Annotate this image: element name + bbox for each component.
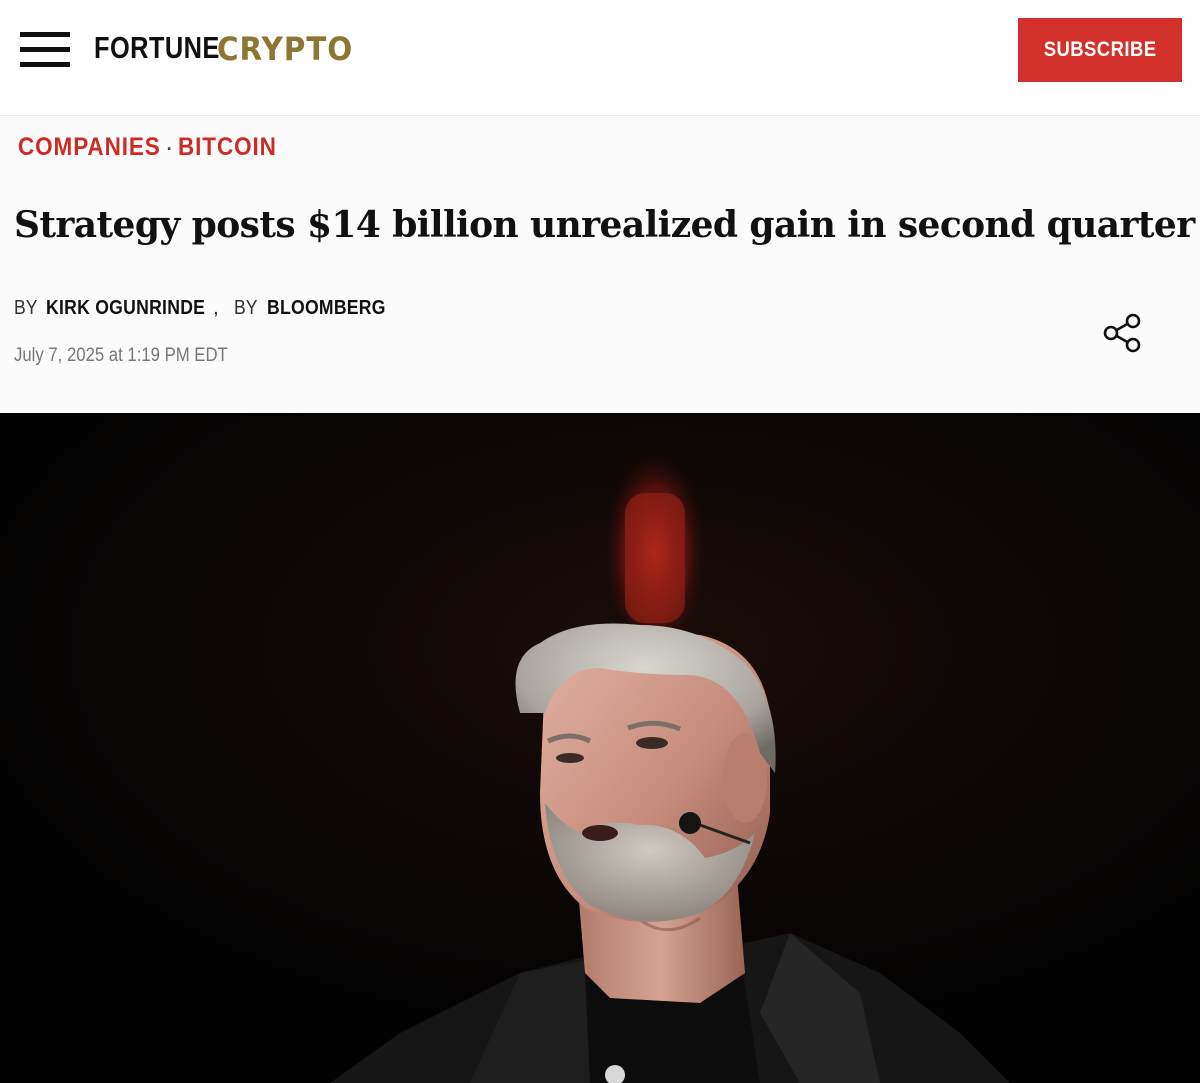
- subscribe-label: SUBSCRIBE: [1043, 38, 1157, 61]
- hero-photo: [0, 413, 1200, 1083]
- share-icon[interactable]: [1102, 312, 1144, 354]
- byline-prefix: BY: [234, 297, 258, 319]
- fortune-crypto-logo[interactable]: FORTUNE CRYPTO: [94, 30, 352, 70]
- hamburger-line: [20, 47, 70, 52]
- breadcrumb-separator: ·: [166, 139, 174, 159]
- byline-separator: ,: [213, 297, 219, 319]
- logo-fortune-text: FORTUNE: [94, 30, 220, 65]
- subscribe-button[interactable]: SUBSCRIBE: [1018, 18, 1182, 82]
- byline: BY KIRK OGUNRINDE, BY BLOOMBERG: [14, 297, 401, 320]
- hamburger-line: [20, 62, 70, 67]
- breadcrumb-companies-link[interactable]: COMPANIES: [18, 133, 161, 162]
- breadcrumb-bitcoin-link[interactable]: BITCOIN: [178, 133, 277, 162]
- byline-prefix: BY: [14, 297, 38, 319]
- breadcrumb: COMPANIES · BITCOIN: [18, 133, 287, 162]
- hamburger-menu-icon[interactable]: [20, 32, 70, 68]
- article-headline: Strategy posts $14 billion unrealized ga…: [14, 204, 1195, 246]
- article-header: COMPANIES · BITCOIN Strategy posts $14 bil…: [0, 117, 1200, 413]
- publish-date: July 7, 2025 at 1:19 PM EDT: [14, 345, 228, 366]
- hero-photo-illustration: [0, 413, 1200, 1083]
- site-header: FORTUNE CRYPTO SUBSCRIBE: [0, 0, 1200, 116]
- author-link-kirk-ogunrinde[interactable]: KIRK OGUNRINDE: [46, 297, 205, 320]
- logo-crypto-text: CRYPTO: [217, 30, 354, 68]
- hamburger-line: [20, 32, 70, 37]
- author-link-bloomberg[interactable]: BLOOMBERG: [267, 297, 386, 320]
